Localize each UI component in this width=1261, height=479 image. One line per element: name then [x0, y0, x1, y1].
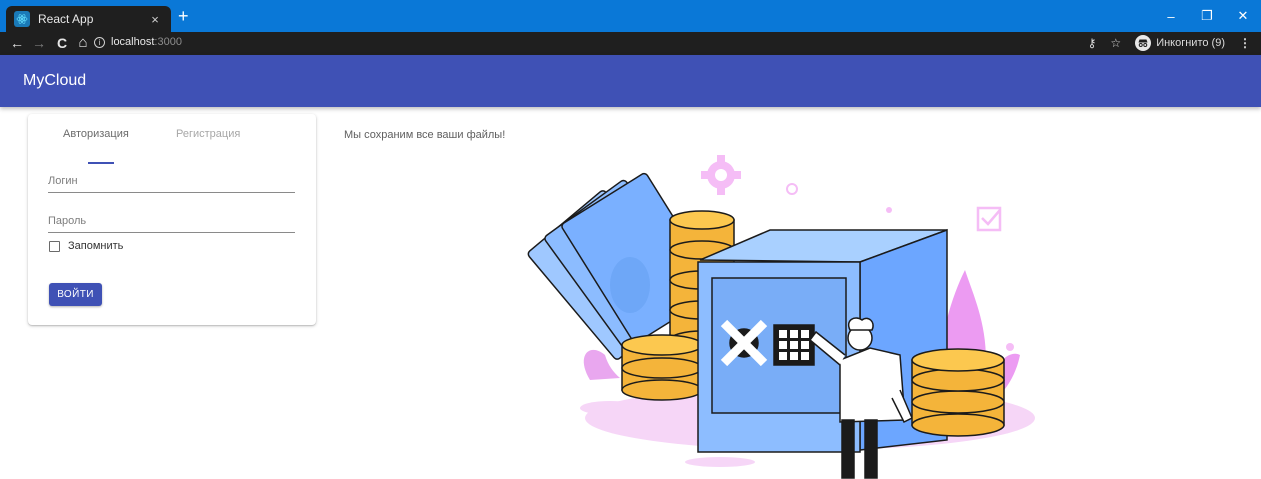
site-info-icon[interactable]: i — [94, 36, 105, 48]
url-port: :3000 — [154, 36, 182, 48]
bookmark-star-icon[interactable]: ☆ — [1110, 36, 1121, 50]
floor-blob — [685, 457, 755, 467]
login-button[interactable]: ВОЙТИ — [49, 283, 102, 306]
checkbox-decoration-icon — [976, 206, 1002, 232]
incognito-icon[interactable] — [1135, 35, 1152, 51]
dot — [1006, 343, 1014, 351]
app-title: MyCloud — [23, 72, 87, 89]
remember-checkbox[interactable] — [49, 240, 60, 252]
password-field — [48, 211, 295, 233]
address-bar[interactable]: i localhost:3000 — [94, 36, 182, 48]
new-tab-button[interactable]: + — [178, 7, 189, 25]
key-icon[interactable]: ⚷ — [1088, 36, 1097, 50]
promo-text: Мы сохраним все ваши файлы! — [344, 129, 506, 141]
browser-tab[interactable]: React App × — [6, 6, 171, 32]
auth-tabs: Авторизация Регистрация — [48, 126, 288, 164]
incognito-label[interactable]: Инкогнито (9) — [1156, 37, 1225, 49]
active-tab-indicator — [88, 162, 114, 164]
tab-login[interactable]: Авторизация — [63, 128, 129, 140]
browser-tab-strip: React App × + – ❐ ✕ — [0, 0, 1261, 32]
floor-blob — [580, 401, 640, 415]
safe-money-illustration — [527, 155, 1035, 479]
tab-close-icon[interactable]: × — [147, 12, 163, 27]
reload-button[interactable]: C — [53, 34, 71, 52]
coin-stack-right — [911, 348, 1005, 437]
gear-icon — [701, 155, 741, 195]
react-favicon-icon — [14, 11, 30, 27]
login-input[interactable] — [48, 171, 295, 191]
app-header: MyCloud — [0, 55, 1261, 107]
password-input[interactable] — [48, 211, 295, 231]
auth-card: Авторизация Регистрация Запомнить ВОЙТИ — [28, 114, 316, 325]
browser-menu-icon[interactable]: ⋮ — [1239, 36, 1251, 50]
tab-register[interactable]: Регистрация — [176, 128, 240, 140]
close-window-button[interactable]: ✕ — [1225, 0, 1261, 32]
tab-title: React App — [38, 12, 94, 26]
home-button[interactable]: ⌂ — [74, 34, 92, 52]
browser-toolbar: ← → C ⌂ i localhost:3000 ⚷ ☆ Инкогнито (… — [0, 32, 1261, 55]
small-circle — [786, 183, 798, 195]
toolbar-right: ⚷ ☆ Инкогнито (9) ⋮ — [1088, 35, 1251, 51]
dot — [886, 207, 892, 213]
coin-stack-left — [621, 334, 703, 401]
url-host: localhost — [111, 36, 155, 48]
remember-me[interactable]: Запомнить — [49, 240, 123, 252]
back-button[interactable]: ← — [8, 34, 26, 52]
login-field — [48, 171, 295, 193]
minimize-button[interactable]: – — [1153, 0, 1189, 32]
remember-label[interactable]: Запомнить — [68, 240, 123, 252]
forward-button[interactable]: → — [30, 34, 48, 52]
window-controls: – ❐ ✕ — [1153, 0, 1261, 32]
restore-button[interactable]: ❐ — [1189, 0, 1225, 32]
